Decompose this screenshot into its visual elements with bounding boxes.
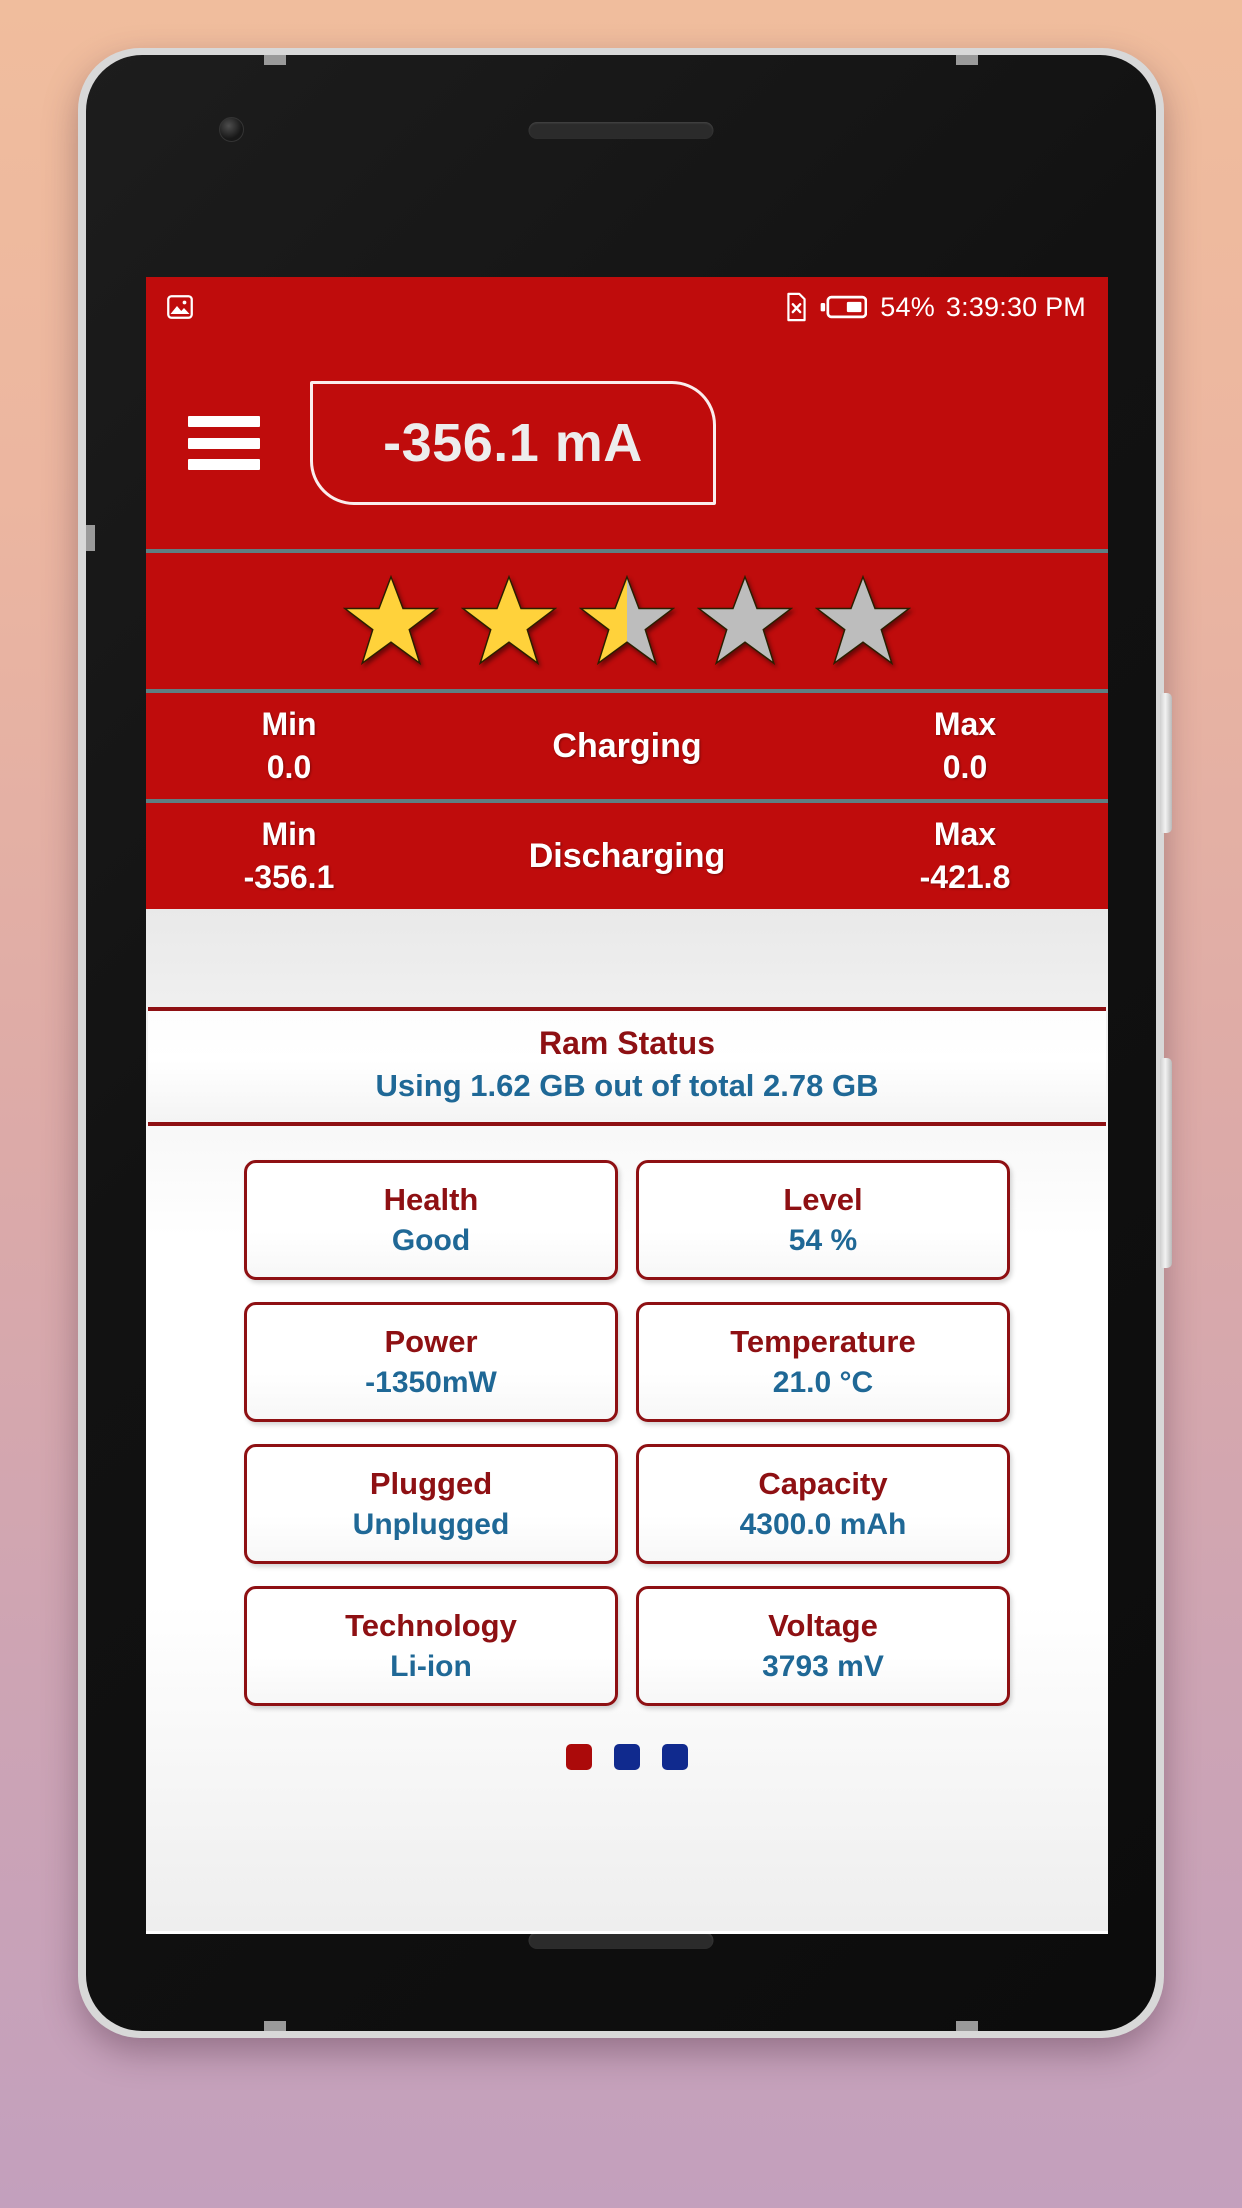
menu-bar (188, 459, 260, 470)
clock-label: 3:39:30 PM (945, 291, 1086, 322)
star-icon-half (579, 574, 675, 666)
discharging-min-cell: Min -356.1 (184, 816, 394, 896)
front-camera-icon (219, 117, 244, 142)
battery-health-rating[interactable] (146, 553, 1108, 689)
status-bar-left (165, 292, 195, 322)
frame-antenna-nub (264, 55, 286, 65)
info-card-label: Technology (345, 1608, 517, 1643)
frame-antenna-nub (956, 2021, 978, 2031)
ram-status-title: Ram Status (538, 1025, 716, 1061)
earpiece-speaker (528, 122, 714, 139)
info-card-label: Power (384, 1324, 478, 1359)
power-button[interactable] (1160, 693, 1172, 833)
charging-max-label: Max (933, 706, 997, 742)
discharging-title: Discharging (528, 836, 726, 875)
discharging-max-label: Max (933, 816, 997, 852)
discharging-min-value: -356.1 (243, 859, 335, 895)
info-card-value: 54 % (788, 1224, 858, 1257)
info-card-value: Good (391, 1224, 471, 1257)
info-card-value: Unplugged (352, 1508, 510, 1541)
charging-max-value: 0.0 (942, 749, 988, 785)
info-card-level[interactable]: Level 54 % (636, 1160, 1010, 1280)
current-reading-box[interactable]: -356.1 mA (310, 381, 716, 505)
current-reading-value: -356.1 mA (383, 413, 643, 473)
star-icon-filled (343, 574, 439, 666)
star-icon-empty (697, 574, 793, 666)
info-card-label: Level (783, 1182, 863, 1217)
info-card-label: Voltage (768, 1608, 878, 1643)
info-card-value: 4300.0 mAh (739, 1508, 907, 1541)
page-dot[interactable] (614, 1744, 640, 1770)
info-card-label: Temperature (730, 1324, 916, 1359)
info-card-plugged[interactable]: Plugged Unplugged (244, 1444, 618, 1564)
charging-stats-row: Min 0.0 Charging Max 0.0 (146, 693, 1108, 799)
page-dot[interactable] (662, 1744, 688, 1770)
menu-bar (188, 437, 260, 449)
app-header: -356.1 mA (146, 337, 1108, 549)
frame-antenna-nub (956, 55, 978, 65)
frame-antenna-nub (86, 525, 95, 551)
discharging-max-value: -421.8 (919, 859, 1011, 895)
charging-max-cell: Max 0.0 (860, 706, 1070, 786)
charging-min-label: Min (261, 706, 317, 742)
discharging-title-cell: Discharging (394, 837, 860, 876)
info-card-voltage[interactable]: Voltage 3793 mV (636, 1586, 1010, 1706)
charging-title: Charging (552, 726, 702, 765)
phone-device-frame: 54% 3:39:30 PM -356.1 mA Min 0.0 Chargin… (78, 48, 1172, 2038)
info-card-value: 21.0 °C (772, 1366, 874, 1399)
battery-icon (820, 295, 868, 319)
page-dot-active[interactable] (566, 1744, 592, 1770)
info-card-value: 3793 mV (762, 1650, 884, 1683)
info-card-label: Plugged (369, 1466, 493, 1501)
star-icon-filled (461, 574, 557, 666)
info-card-label: Health (383, 1182, 479, 1217)
status-bar-right: 54% 3:39:30 PM (784, 292, 1086, 323)
volume-button[interactable] (1160, 1058, 1172, 1268)
discharging-min-label: Min (261, 816, 317, 852)
info-card-value: Li-ion (390, 1650, 472, 1683)
status-bar: 54% 3:39:30 PM (146, 277, 1108, 337)
phone-screen: 54% 3:39:30 PM -356.1 mA Min 0.0 Chargin… (146, 277, 1108, 1934)
info-card-value: -1350mW (365, 1366, 497, 1399)
image-icon (167, 295, 193, 319)
info-card-capacity[interactable]: Capacity 4300.0 mAh (636, 1444, 1010, 1564)
ram-status-detail: Using 1.62 GB out of total 2.78 GB (375, 1068, 879, 1103)
menu-bar (188, 416, 260, 427)
battery-percent-label: 54% (880, 291, 935, 322)
battery-info-grid: Health Good Level 54 % Power -1350mW Tem… (146, 1160, 1108, 1706)
bottom-speaker-grille (528, 1932, 714, 1949)
discharging-max-cell: Max -421.8 (860, 816, 1070, 896)
frame-antenna-nub (264, 2021, 286, 2031)
sim-card-x-icon (787, 292, 806, 322)
info-card-health[interactable]: Health Good (244, 1160, 618, 1280)
hamburger-menu-icon[interactable] (188, 416, 260, 470)
info-card-power[interactable]: Power -1350mW (244, 1302, 618, 1422)
info-card-temperature[interactable]: Temperature 21.0 °C (636, 1302, 1010, 1422)
content-area: Ram Status Using 1.62 GB out of total 2.… (146, 909, 1108, 1931)
info-card-label: Capacity (758, 1466, 888, 1501)
star-icon-empty (815, 574, 911, 666)
info-card-technology[interactable]: Technology Li-ion (244, 1586, 618, 1706)
charging-min-cell: Min 0.0 (184, 706, 394, 786)
discharging-stats-row: Min -356.1 Discharging Max -421.8 (146, 803, 1108, 909)
phone-bezel: 54% 3:39:30 PM -356.1 mA Min 0.0 Chargin… (86, 55, 1156, 2031)
ram-status-box[interactable]: Ram Status Using 1.62 GB out of total 2.… (148, 1007, 1106, 1126)
charging-min-value: 0.0 (266, 749, 312, 785)
charging-title-cell: Charging (394, 727, 860, 766)
page-indicator (146, 1744, 1108, 1770)
